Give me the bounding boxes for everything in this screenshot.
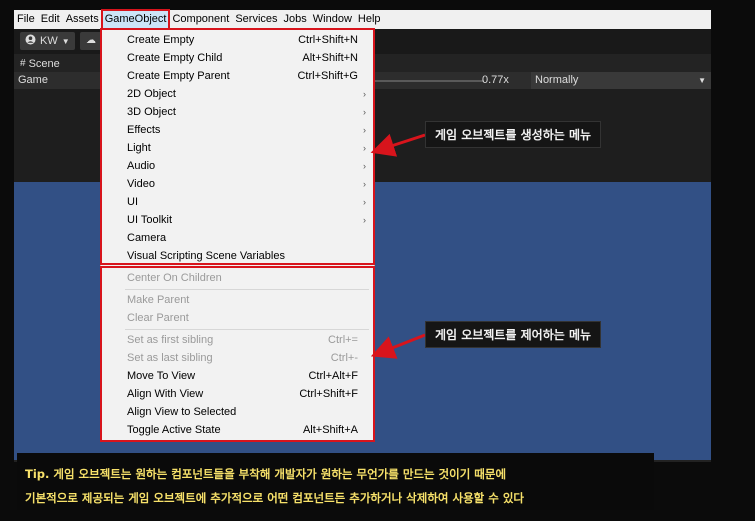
annotation-arrows bbox=[370, 133, 426, 359]
tip-caption: Tip. 게임 오브젝트는 원하는 컴포넌트들을 부착해 개발자가 원하는 무언… bbox=[17, 453, 654, 510]
callout-create-menu: 게임 오브젝트를 생성하는 메뉴 bbox=[425, 121, 602, 148]
editor-screenshot: File Edit Assets GameObject Component Se… bbox=[0, 0, 755, 521]
arrow-control bbox=[370, 333, 426, 359]
tip-line-2: 기본적으로 제공되는 게임 오브젝트에 추가적으로 어떤 컴포넌트든 추가하거나… bbox=[25, 491, 524, 505]
arrow-create bbox=[370, 133, 426, 157]
tip-line-1: Tip. 게임 오브젝트는 원하는 컴포넌트들을 부착해 개발자가 원하는 무언… bbox=[25, 467, 507, 481]
callout-control-menu: 게임 오브젝트를 제어하는 메뉴 bbox=[425, 321, 602, 348]
